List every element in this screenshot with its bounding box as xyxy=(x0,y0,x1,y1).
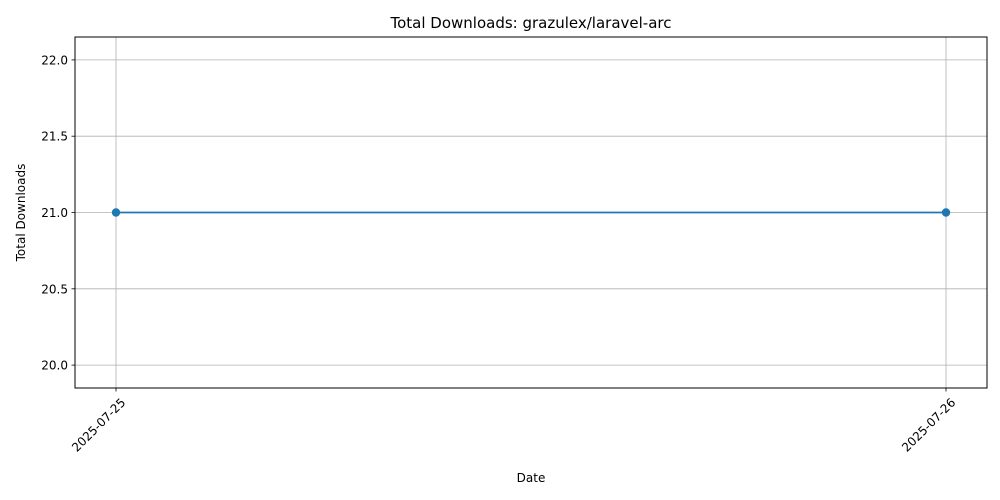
x-axis-title: Date xyxy=(517,471,546,485)
y-tick-label: 22.0 xyxy=(41,53,68,67)
data-point xyxy=(941,208,951,217)
y-tick-label: 21.5 xyxy=(41,130,68,144)
plot-area xyxy=(111,208,951,217)
y-axis-ticks: 20.0 20.5 21.0 21.5 22.0 xyxy=(41,53,75,373)
x-tick-label: 2025-07-26 xyxy=(899,395,958,454)
data-point xyxy=(111,208,121,217)
y-tick-label: 21.0 xyxy=(41,206,68,220)
chart-title: Total Downloads: grazulex/laravel-arc xyxy=(389,14,671,32)
y-axis-title: Total Downloads xyxy=(14,164,28,263)
chart-container: 20.0 20.5 21.0 21.5 22.0 2025-07-25 2025-07-2… xyxy=(0,0,1000,500)
y-tick-label: 20.5 xyxy=(41,282,68,296)
x-axis-ticks: 2025-07-25 2025-07-26 xyxy=(69,388,958,455)
line-chart: 20.020.521.021.522.0 2025-07-25 2025-07-2… xyxy=(14,14,988,485)
x-tick-label: 2025-07-25 xyxy=(69,395,128,454)
y-tick-label: 20.0 xyxy=(41,359,68,373)
